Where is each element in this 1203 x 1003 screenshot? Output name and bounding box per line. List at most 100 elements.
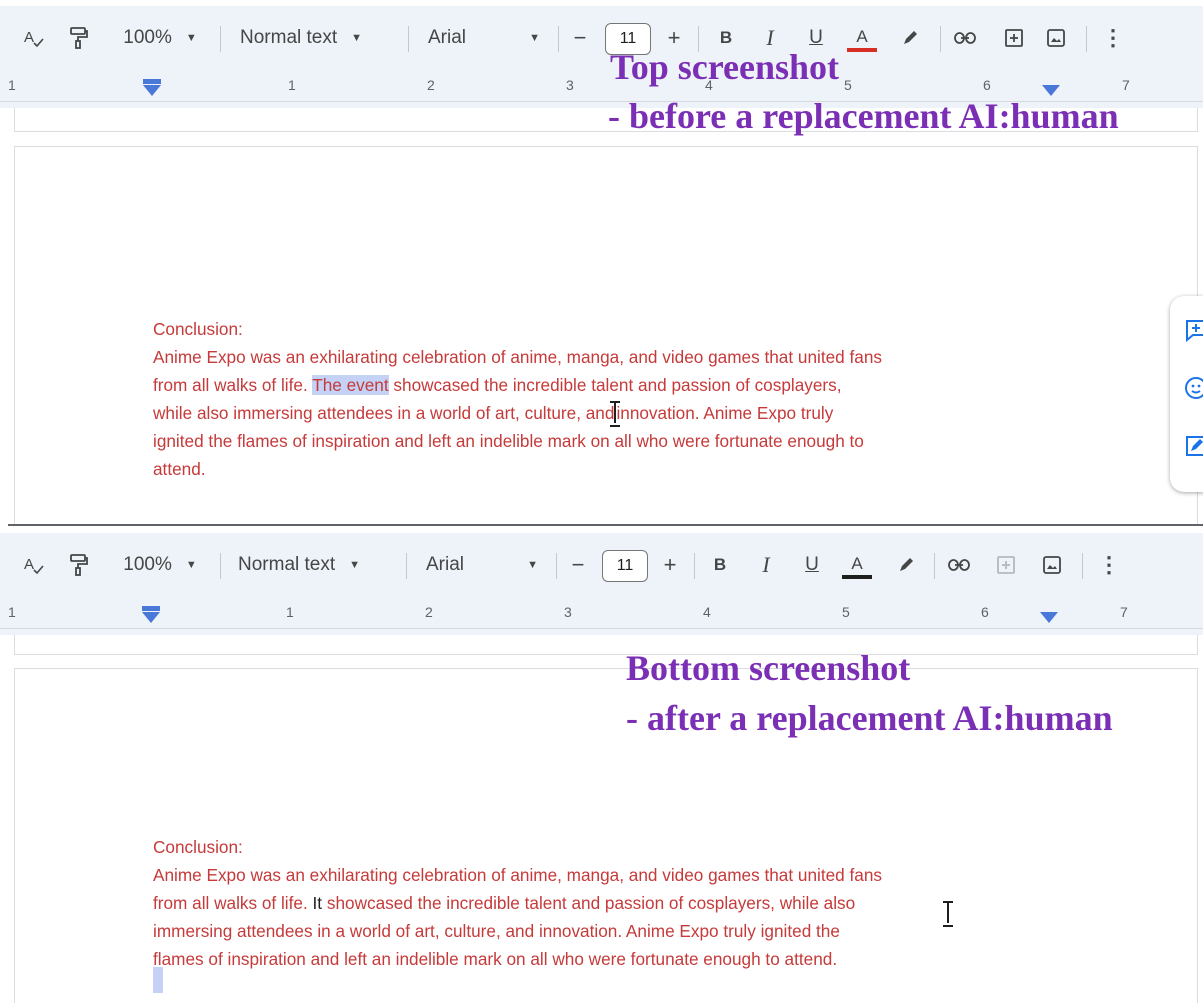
svg-text:A: A — [24, 29, 34, 46]
toolbar-divider — [556, 553, 557, 579]
top-screenshot-panel: A 100% ▼ Normal text ▼ Arial ▼ − 11 + B I U… — [0, 0, 1203, 524]
toolbar-divider — [1086, 26, 1087, 52]
text-run: showcased the incredible talent and pass… — [388, 375, 842, 395]
left-indent-handle[interactable] — [142, 612, 160, 623]
empty-line-selection — [153, 967, 163, 993]
underline-button[interactable]: U — [800, 553, 824, 577]
ruler-label: 1 — [8, 77, 16, 93]
text-color-button[interactable]: A — [840, 551, 874, 581]
font-select[interactable]: Arial ▼ — [428, 26, 540, 50]
text-run: from all walks of life. — [153, 375, 313, 395]
font-value: Arial — [428, 27, 467, 48]
conclusion-heading: Conclusion: — [153, 319, 243, 339]
toolbar-divider — [940, 26, 941, 52]
right-indent-handle[interactable] — [1040, 612, 1058, 623]
chevron-down-icon: ▼ — [185, 32, 197, 44]
paragraph-line: attend. — [153, 459, 206, 479]
document-page[interactable]: Conclusion: Anime Expo was an exhilarati… — [14, 146, 1198, 524]
toolbar-divider — [934, 553, 935, 579]
italic-button[interactable]: I — [754, 552, 778, 577]
toolbar-divider — [220, 26, 221, 52]
paragraph-line: immersing attendees in a world of art, c… — [153, 921, 840, 941]
text-color-swatch — [842, 574, 872, 579]
ruler: 1 1 2 3 4 5 6 7 — [0, 595, 1203, 635]
chevron-down-icon: ▼ — [529, 32, 540, 44]
font-size-input[interactable]: 11 — [602, 550, 648, 582]
paragraph-line: from all walks of life. The event showca… — [153, 371, 1073, 399]
suggest-edits-icon[interactable] — [1184, 434, 1203, 458]
left-indent-handle[interactable] — [143, 85, 161, 96]
bold-button[interactable]: B — [708, 553, 732, 577]
text-color-letter: A — [851, 553, 863, 573]
ruler-label: 7 — [1122, 77, 1130, 93]
emoji-reaction-icon[interactable] — [1184, 376, 1203, 400]
document-body[interactable]: Conclusion: Anime Expo was an exhilarati… — [153, 833, 1073, 973]
chevron-down-icon: ▼ — [351, 32, 363, 44]
text-color-button[interactable]: A — [845, 24, 879, 54]
toolbar-divider — [408, 26, 409, 52]
text-run: from all walks of life. — [153, 893, 313, 913]
highlight-pen-icon[interactable] — [894, 553, 918, 577]
decrease-font-size-button[interactable]: − — [568, 25, 592, 50]
screenshot-divider — [8, 524, 1203, 526]
paragraph-line: from all walks of life. It showcased the… — [153, 889, 1073, 917]
ruler-label: 3 — [564, 604, 572, 620]
zoom-value: 100% — [123, 554, 172, 575]
zoom-select[interactable]: 100% ▼ — [114, 26, 206, 50]
ruler-label: 2 — [427, 77, 435, 93]
more-options-icon[interactable]: ⋮ — [1102, 25, 1124, 50]
ruler-label: 2 — [425, 604, 433, 620]
toolbar-divider — [694, 553, 695, 579]
ruler-label: 1 — [8, 604, 16, 620]
add-comment-icon[interactable] — [1002, 26, 1026, 50]
ruler-label: 6 — [983, 77, 991, 93]
paragraph-line: while also immersing attendees in a worl… — [153, 399, 1073, 427]
toolbar: A 100% ▼ Normal text ▼ Arial ▼ − 11 + B I U… — [0, 6, 1203, 68]
paint-format-icon[interactable] — [65, 553, 93, 577]
document-body[interactable]: Conclusion: Anime Expo was an exhilarati… — [153, 315, 1073, 483]
insert-link-icon[interactable] — [946, 553, 972, 577]
highlight-pen-icon[interactable] — [898, 26, 922, 50]
ruler-label: 6 — [981, 604, 989, 620]
spellcheck-icon[interactable]: A — [20, 553, 48, 577]
ruler-baseline — [0, 628, 1203, 629]
first-line-indent-handle[interactable] — [143, 79, 161, 84]
svg-text:A: A — [24, 556, 34, 573]
insert-image-icon[interactable] — [1040, 553, 1064, 577]
chevron-down-icon: ▼ — [349, 559, 361, 571]
paragraph-style-value: Normal text — [238, 554, 336, 575]
side-action-panel — [1170, 296, 1203, 492]
more-options-icon[interactable]: ⋮ — [1098, 552, 1120, 577]
add-comment-icon[interactable] — [1184, 318, 1203, 343]
increase-font-size-button[interactable]: + — [658, 552, 682, 577]
paragraph-style-select[interactable]: Normal text ▼ — [238, 553, 388, 577]
first-line-indent-handle[interactable] — [142, 606, 160, 611]
overlay-subtitle-bottom: - after a replacement AI:human — [626, 698, 1113, 738]
zoom-select[interactable]: 100% ▼ — [114, 553, 206, 577]
chevron-down-icon: ▼ — [185, 559, 197, 571]
paragraph-line: ignited the flames of inspiration and le… — [153, 431, 864, 451]
previous-page-bottom — [14, 635, 1198, 655]
overlay-title-bottom: Bottom screenshot — [626, 648, 911, 688]
text-cursor-icon — [610, 401, 621, 427]
overlay-title-top: Top screenshot — [610, 47, 840, 87]
toolbar-divider — [220, 553, 221, 579]
insert-image-icon[interactable] — [1044, 26, 1068, 50]
font-select[interactable]: Arial ▼ — [426, 553, 538, 577]
toolbar-divider — [1082, 553, 1083, 579]
decrease-font-size-button[interactable]: − — [566, 552, 590, 577]
text-color-swatch — [847, 47, 877, 52]
text-color-letter: A — [856, 26, 868, 46]
text-run: showcased the incredible talent and pass… — [322, 893, 856, 913]
ruler-label: 1 — [288, 77, 296, 93]
spellcheck-icon[interactable]: A — [20, 26, 48, 50]
paragraph-line: Anime Expo was an exhilarating celebrati… — [153, 347, 883, 367]
paragraph-line: flames of inspiration and left an indeli… — [153, 949, 838, 969]
toolbar-divider — [558, 26, 559, 52]
paint-format-icon[interactable] — [65, 26, 93, 50]
insert-link-icon[interactable] — [952, 26, 978, 50]
text-run: innovation. Anime Expo truly — [616, 403, 834, 423]
ruler-label: 5 — [842, 604, 850, 620]
replaced-text: It — [312, 893, 323, 913]
paragraph-style-select[interactable]: Normal text ▼ — [240, 26, 390, 50]
